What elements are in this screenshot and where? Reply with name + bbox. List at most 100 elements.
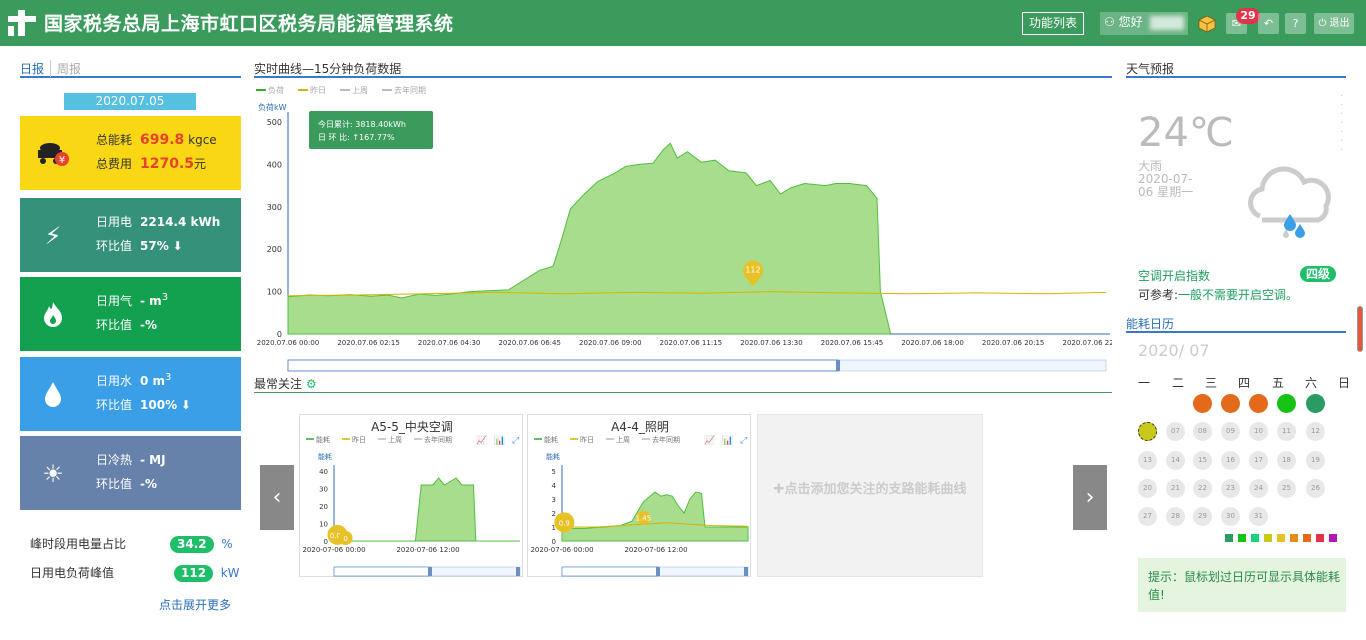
calendar-day[interactable]: 30 bbox=[1221, 507, 1240, 526]
help-button[interactable]: ? bbox=[1285, 13, 1306, 34]
peak-ratio-label: 峰时段用电量占比 bbox=[30, 537, 127, 551]
water-ratio-value: 100% bbox=[140, 398, 178, 412]
tab-daily[interactable]: 日报 bbox=[20, 60, 44, 77]
calendar-month[interactable]: 2020/ 07 bbox=[1138, 341, 1210, 360]
legend-swatch bbox=[1316, 534, 1324, 542]
prev-arrow-button[interactable]: ‹ bbox=[260, 465, 294, 530]
calendar-day[interactable] bbox=[1221, 394, 1240, 413]
y-tick-label: 0 bbox=[277, 330, 282, 339]
user-menu[interactable]: ⚇ 您好 bbox=[1100, 12, 1188, 35]
calendar-day[interactable]: 31 bbox=[1249, 507, 1268, 526]
calendar-day[interactable]: 22 bbox=[1193, 479, 1212, 498]
cooling-label: 日冷热 bbox=[96, 453, 133, 467]
bar-chart-icon: 📊 bbox=[494, 434, 505, 446]
calendar-day[interactable]: 10 bbox=[1249, 422, 1268, 441]
calendar-day[interactable]: 20 bbox=[1138, 479, 1157, 498]
logout-button[interactable]: ⏻ 退出 bbox=[1314, 13, 1354, 34]
calendar-day[interactable]: 24 bbox=[1249, 479, 1268, 498]
calendar-day[interactable]: 29 bbox=[1193, 507, 1212, 526]
favorites-section-title: 最常关注 ⚙ bbox=[254, 375, 1112, 393]
x-tick-label: 2020.07.06 18:00 bbox=[901, 339, 963, 347]
total-cost-unit: 元 bbox=[194, 157, 207, 171]
gear-icon[interactable]: ⚙ bbox=[306, 377, 317, 391]
weekday-label: 日 bbox=[1338, 376, 1351, 390]
tooltip-ratio: 日 环 比: ↑167.77% bbox=[318, 132, 395, 142]
x-tick-label: 2020.07.06 13:30 bbox=[740, 339, 802, 347]
back-icon[interactable]: ↶ bbox=[1258, 13, 1279, 34]
calendar-day[interactable]: 07 bbox=[1166, 422, 1185, 441]
report-date[interactable]: 2020.07.05 bbox=[64, 93, 196, 110]
gas-ratio-value: -% bbox=[140, 318, 158, 332]
calendar-day[interactable] bbox=[1306, 394, 1325, 413]
electricity-card: ⚡ 日用电 2214.4 kWh 环比值 57% ⬇ bbox=[20, 198, 241, 272]
user-name-blur bbox=[1150, 16, 1184, 30]
calendar-day[interactable]: 17 bbox=[1249, 451, 1268, 470]
calendar-day[interactable]: 15 bbox=[1193, 451, 1212, 470]
total-cost-label: 总费用 bbox=[96, 157, 133, 171]
legend-swatch bbox=[1290, 534, 1298, 542]
y-tick-label: 0 bbox=[324, 538, 328, 546]
report-tabs: 日报 周报 bbox=[20, 60, 241, 78]
calendar-day[interactable] bbox=[1277, 394, 1296, 413]
power-icon: ⏻ bbox=[1318, 18, 1327, 29]
calendar-day[interactable]: 21 bbox=[1166, 479, 1185, 498]
calendar-day[interactable] bbox=[1138, 422, 1157, 441]
dots-icon: · · · · · · · bbox=[1340, 91, 1344, 156]
x-tick-label: 2020.07.06 20:15 bbox=[982, 339, 1044, 347]
expand-more-link[interactable]: 点击展开更多 bbox=[159, 596, 231, 613]
calendar-day[interactable]: 19 bbox=[1306, 451, 1325, 470]
calendar-day[interactable]: 25 bbox=[1277, 479, 1296, 498]
tab-weekly[interactable]: 周报 bbox=[50, 60, 81, 77]
weekday-label: 五 bbox=[1272, 376, 1285, 390]
realtime-load-chart[interactable]: 负荷 昨日 上周 去年同期负荷kW 0 100 200 300 400 500 2020.07.06… bbox=[254, 82, 1112, 372]
svg-text:¥: ¥ bbox=[59, 155, 65, 166]
y-tick-label: 300 bbox=[267, 203, 282, 212]
next-arrow-button[interactable]: › bbox=[1073, 465, 1107, 530]
total-cost-value: 1270.5 bbox=[140, 156, 195, 172]
lightning-icon: ⚡ bbox=[44, 222, 62, 250]
mini-chart-ac[interactable]: 能耗 昨日 上周 去年同期 📈 📊 ⤢能耗0102030400.0802020-07-06 … bbox=[300, 415, 524, 578]
cooling-ratio-value: -% bbox=[140, 477, 158, 491]
legend-label: 昨日 bbox=[580, 435, 594, 444]
weather-section-title: 天气预报 bbox=[1126, 60, 1346, 78]
sun-icon: ☀ bbox=[42, 460, 64, 488]
x-tick-label: 2020.07.06 06:45 bbox=[498, 339, 560, 347]
total-energy-line: 总能耗 699.8 kgce bbox=[96, 131, 217, 148]
calendar-day[interactable]: 28 bbox=[1166, 507, 1185, 526]
mini-chart-lighting[interactable]: 能耗 昨日 上周 去年同期 📈 📊 ⤢能耗0123450.91.452020-07-06 0… bbox=[528, 415, 752, 578]
electricity-label: 日用电 bbox=[96, 215, 133, 229]
energy-calendar-title: 能耗日历 bbox=[1126, 315, 1346, 333]
ac-hint-text: 一般不需要开启空调。 bbox=[1178, 288, 1299, 302]
cube-icon[interactable] bbox=[1196, 13, 1217, 34]
calendar-day[interactable]: 23 bbox=[1221, 479, 1240, 498]
calendar-day[interactable]: 11 bbox=[1277, 422, 1296, 441]
zoom-slider-handle bbox=[836, 360, 840, 371]
scrollbar-thumb[interactable] bbox=[1357, 306, 1363, 352]
calendar-day[interactable] bbox=[1193, 394, 1212, 413]
app-header: 国家税务总局上海市虹口区税务局能源管理系统 功能列表 ⚇ 您好 ✉ 29 ↶ ?… bbox=[0, 0, 1366, 46]
calendar-day[interactable]: 09 bbox=[1221, 422, 1240, 441]
function-list-button[interactable]: 功能列表 bbox=[1022, 12, 1084, 35]
add-favorite-button[interactable]: ✚点击添加您关注的支路能耗曲线 bbox=[757, 414, 983, 577]
y-tick-label: 40 bbox=[319, 468, 328, 476]
ac-hint: 可参考:一般不需要开启空调。 bbox=[1138, 286, 1298, 303]
calendar-day[interactable]: 26 bbox=[1306, 479, 1325, 498]
electricity-ratio-label: 环比值 bbox=[96, 239, 133, 253]
zoom-slider-handle bbox=[744, 567, 748, 576]
calendar-day[interactable]: 08 bbox=[1193, 422, 1212, 441]
coal-cart-icon: ¥ bbox=[38, 143, 69, 166]
calendar-day[interactable]: 14 bbox=[1166, 451, 1185, 470]
calendar-day[interactable]: 18 bbox=[1277, 451, 1296, 470]
calendar-day[interactable] bbox=[1249, 394, 1268, 413]
y-tick-label: 10 bbox=[319, 521, 328, 529]
weekday-label: 三 bbox=[1205, 376, 1218, 390]
legend-label: 上周 bbox=[616, 435, 630, 444]
electricity-value: 2214.4 kWh bbox=[140, 215, 221, 229]
calendar-day[interactable]: 12 bbox=[1306, 422, 1325, 441]
calendar-day[interactable]: 27 bbox=[1138, 507, 1157, 526]
calendar-day[interactable]: 13 bbox=[1138, 451, 1157, 470]
peak-ratio-value: 34.2 bbox=[170, 536, 214, 553]
legend-swatch bbox=[1277, 534, 1285, 542]
line-chart-icon: 📈 bbox=[704, 434, 715, 446]
calendar-day[interactable]: 16 bbox=[1221, 451, 1240, 470]
